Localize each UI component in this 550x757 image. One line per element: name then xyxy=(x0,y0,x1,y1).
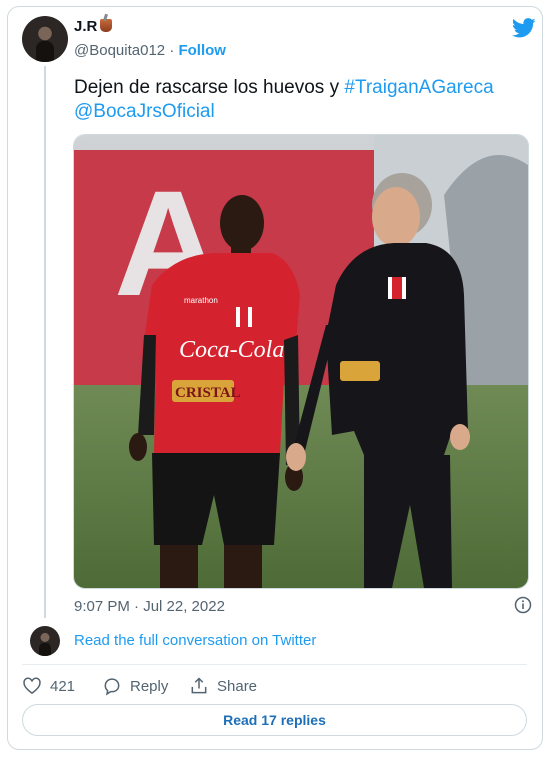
read-conversation-link[interactable]: Read the full conversation on Twitter xyxy=(74,632,316,649)
tweet-timestamp[interactable]: 9:07 PM · Jul 22, 2022 xyxy=(74,598,225,615)
info-icon[interactable] xyxy=(514,596,532,614)
tweet-body-text: Dejen de rascarse los huevos y xyxy=(74,77,345,98)
author-avatar[interactable] xyxy=(22,16,68,62)
mate-emoji-icon xyxy=(100,19,113,32)
heart-icon xyxy=(23,677,41,695)
author-name-text[interactable]: J.R xyxy=(74,18,97,35)
follow-button[interactable]: Follow xyxy=(178,42,226,59)
like-count: 421 xyxy=(50,677,76,695)
author-handle[interactable]: @Boquita012 xyxy=(74,42,165,59)
hashtag-link[interactable]: #TraiganAGareca xyxy=(344,77,493,98)
conversation-avatar[interactable] xyxy=(30,626,60,656)
share-icon xyxy=(191,677,207,694)
twitter-bird-icon[interactable] xyxy=(512,18,536,38)
kit-maker: marathon xyxy=(184,296,218,305)
divider xyxy=(22,664,527,665)
like-button[interactable]: 421 xyxy=(22,676,75,696)
author-handle-row: @Boquita012 · Follow xyxy=(74,42,226,59)
author-name[interactable]: J.R xyxy=(74,18,113,35)
share-label: Share xyxy=(217,677,258,695)
mention-link[interactable]: @BocaJrsOficial xyxy=(74,101,215,122)
read-replies-button[interactable]: Read 17 replies xyxy=(22,704,527,736)
tweet-text: Dejen de rascarse los huevos y #TraiganA… xyxy=(74,76,524,124)
share-button[interactable]: Share xyxy=(189,676,257,696)
reply-button[interactable]: Reply xyxy=(102,676,168,696)
tweet-photo[interactable]: A Coca-Cola CRISTAL marathon xyxy=(73,134,529,589)
thread-line xyxy=(44,66,46,618)
reply-label: Reply xyxy=(130,677,169,695)
reply-icon xyxy=(104,678,120,696)
shirt-sponsor: Coca-Cola xyxy=(179,337,284,363)
shirt-brand: CRISTAL xyxy=(175,385,241,401)
